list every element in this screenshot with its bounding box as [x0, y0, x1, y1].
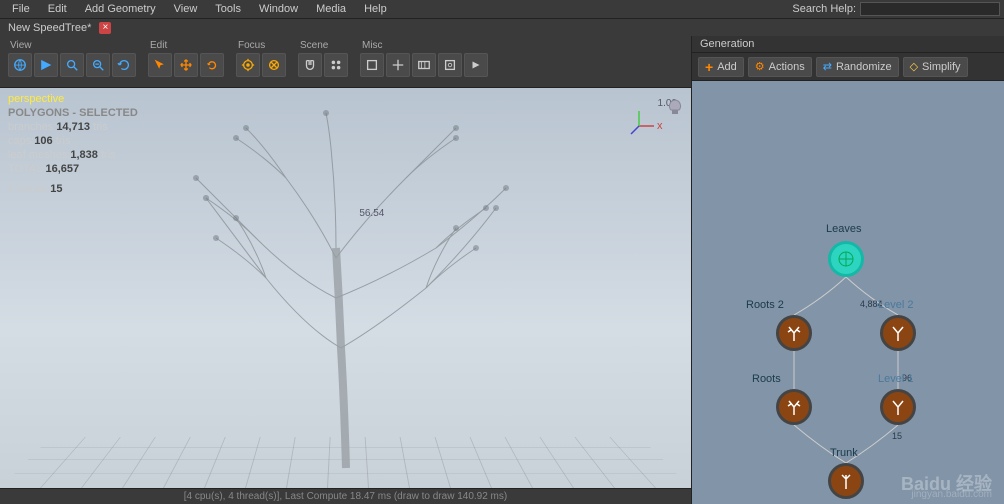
- stats-overlay: perspective POLYGONS - SELECTED branches…: [8, 92, 138, 196]
- node-count-level1: 15: [892, 431, 902, 441]
- node-canvas[interactable]: Leaves Roots 2 4,884 Level 2 Roots 96 Le…: [692, 81, 1004, 504]
- panel-title: Generation: [700, 38, 754, 50]
- light-icon[interactable]: [665, 96, 685, 120]
- close-document-button[interactable]: ×: [99, 22, 111, 34]
- focus-target-button[interactable]: [236, 53, 260, 77]
- gear-icon: ⚙: [755, 60, 765, 73]
- randomize-button[interactable]: ⇄Randomize: [816, 57, 899, 77]
- misc-d-button[interactable]: [438, 53, 462, 77]
- menu-window[interactable]: Window: [251, 1, 306, 17]
- menubar: File Edit Add Geometry View Tools Window…: [0, 0, 1004, 18]
- viewport[interactable]: perspective POLYGONS - SELECTED branches…: [0, 88, 691, 488]
- node-edges: [692, 81, 1004, 504]
- view-arrow-button[interactable]: [34, 53, 58, 77]
- node-roots2[interactable]: [776, 315, 812, 351]
- svg-text:x: x: [657, 120, 663, 132]
- node-trunk[interactable]: [828, 463, 864, 499]
- search-input[interactable]: [860, 2, 1000, 16]
- viewport-label: perspective: [8, 92, 138, 106]
- stat-row: TOTAL:16,657: [8, 162, 138, 176]
- plus-icon: +: [705, 59, 713, 75]
- menu-help[interactable]: Help: [356, 1, 395, 17]
- node-label-leaves: Leaves: [826, 223, 861, 235]
- generation-panel: Generation +Add ⚙Actions ⇄Randomize ◇Sim…: [691, 36, 1004, 504]
- node-label-roots: Roots: [752, 373, 781, 385]
- bones-row: # bones:15: [8, 182, 138, 196]
- panel-header: Generation: [692, 36, 1004, 53]
- view-refresh-button[interactable]: [112, 53, 136, 77]
- misc-b-button[interactable]: [386, 53, 410, 77]
- node-level2[interactable]: [880, 315, 916, 351]
- node-label-level1: Level 1: [878, 373, 913, 385]
- node-leaves[interactable]: [828, 241, 864, 277]
- height-marker: 56.54: [359, 208, 384, 219]
- misc-c-button[interactable]: [412, 53, 436, 77]
- scene-magnet-button[interactable]: [298, 53, 322, 77]
- node-level1[interactable]: [880, 389, 916, 425]
- stats-header: POLYGONS - SELECTED: [8, 106, 138, 120]
- toolbar: View Edit Focus: [0, 36, 691, 88]
- menu-add-geometry[interactable]: Add Geometry: [77, 1, 164, 17]
- diamond-icon: ◇: [910, 60, 918, 73]
- group-edit-label: Edit: [148, 40, 224, 51]
- tree-model: [136, 98, 556, 478]
- view-globe-button[interactable]: [8, 53, 32, 77]
- edit-move-button[interactable]: [174, 53, 198, 77]
- edit-select-button[interactable]: [148, 53, 172, 77]
- menu-tools[interactable]: Tools: [207, 1, 249, 17]
- document-title: New SpeedTree*: [8, 22, 91, 34]
- menu-file[interactable]: File: [4, 1, 38, 17]
- node-label-level2: Level 2: [878, 299, 913, 311]
- node-label-trunk: Trunk: [830, 447, 858, 459]
- stat-row: branches:14,713 tris: [8, 120, 138, 134]
- stat-row: caps:106 tris: [8, 134, 138, 148]
- node-label-roots2: Roots 2: [746, 299, 784, 311]
- misc-next-button[interactable]: [464, 53, 488, 77]
- menu-view[interactable]: View: [166, 1, 206, 17]
- panel-toolbar: +Add ⚙Actions ⇄Randomize ◇Simplify: [692, 53, 1004, 81]
- actions-button[interactable]: ⚙Actions: [748, 57, 812, 77]
- simplify-button[interactable]: ◇Simplify: [903, 57, 968, 77]
- scene-cluster-button[interactable]: [324, 53, 348, 77]
- menu-edit[interactable]: Edit: [40, 1, 75, 17]
- titlebar: New SpeedTree* ×: [0, 18, 1004, 36]
- menu-media[interactable]: Media: [308, 1, 354, 17]
- edit-rotate-button[interactable]: [200, 53, 224, 77]
- group-scene-label: Scene: [298, 40, 348, 51]
- focus-cancel-button[interactable]: [262, 53, 286, 77]
- node-roots[interactable]: [776, 389, 812, 425]
- add-button[interactable]: +Add: [698, 57, 744, 77]
- stat-row: leaf meshes:1,838 tris: [8, 148, 138, 162]
- view-zoom-button[interactable]: [60, 53, 84, 77]
- view-zoomout-button[interactable]: [86, 53, 110, 77]
- statusbar: [4 cpu(s), 4 thread(s)], Last Compute 18…: [0, 488, 691, 504]
- group-view-label: View: [8, 40, 136, 51]
- group-focus-label: Focus: [236, 40, 286, 51]
- watermark-sub: jingyan.baidu.com: [911, 489, 992, 500]
- search-label: Search Help:: [792, 3, 856, 15]
- shuffle-icon: ⇄: [823, 60, 832, 73]
- misc-a-button[interactable]: [360, 53, 384, 77]
- search-help: Search Help:: [792, 2, 1000, 16]
- group-misc-label: Misc: [360, 40, 488, 51]
